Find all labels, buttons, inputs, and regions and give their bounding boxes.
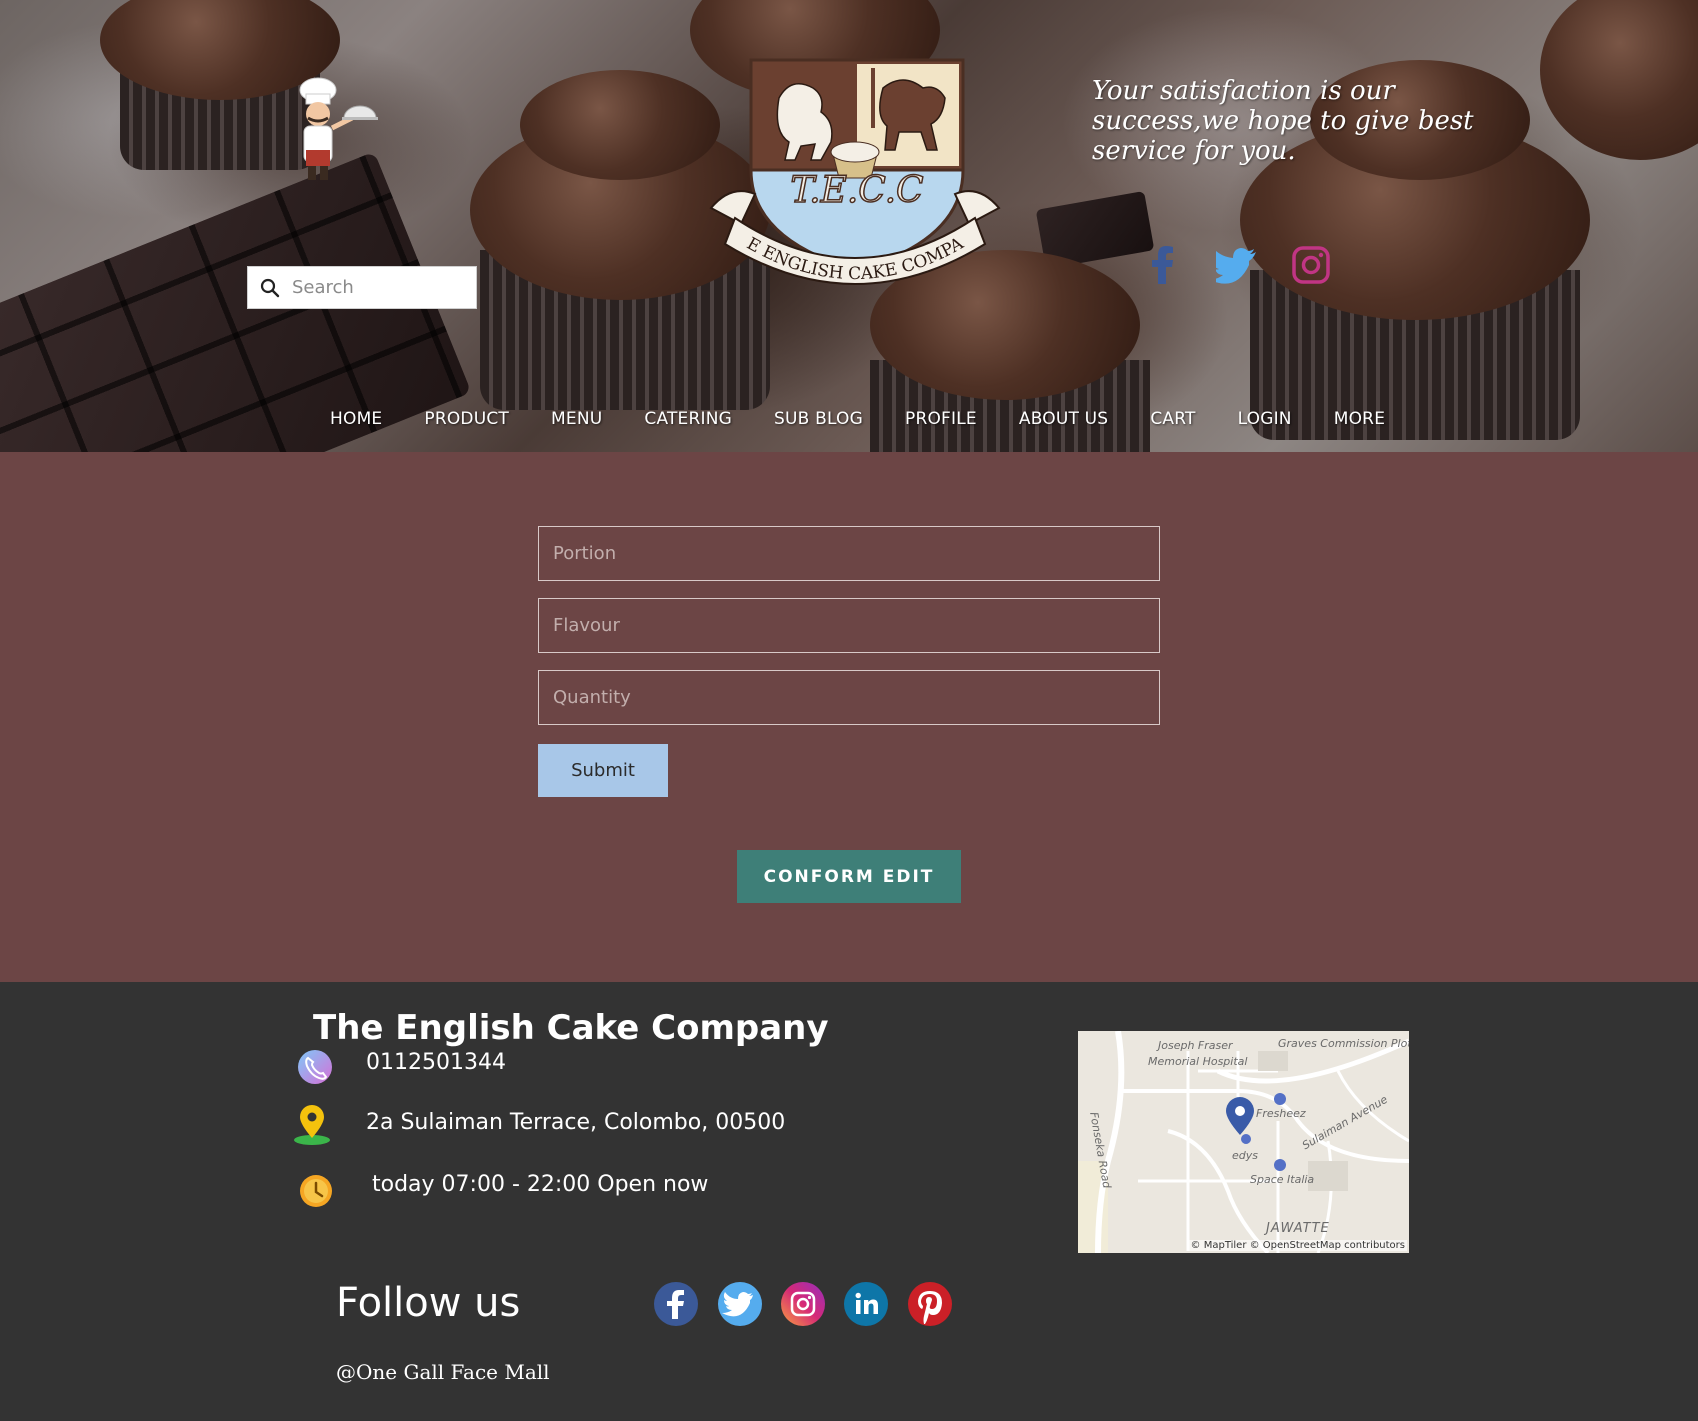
follow-us-heading: Follow us [336,1280,521,1326]
search-input[interactable] [292,277,462,298]
nav-more[interactable]: MORE [1334,409,1385,429]
map-label: Graves Commission Plot [1278,1037,1409,1050]
footer-company-name: The English Cake Company [313,1008,829,1048]
map-label: Memorial Hospital [1148,1055,1248,1068]
search-icon [260,278,280,297]
company-logo: T.E.C.C THE ENGLISH CAKE COMPANY [705,58,1001,285]
location-map[interactable]: Joseph Fraser Memorial Hospital Graves C… [1078,1031,1409,1253]
footer-hours: today 07:00 - 22:00 Open now [372,1172,709,1197]
phone-icon [298,1050,332,1084]
footer-mall-location: @One Gall Face Mall [336,1360,550,1384]
cupcake-decoration [1540,0,1698,180]
nav-menu[interactable]: MENU [551,409,602,429]
footer-address: 2a Sulaiman Terrace, Colombo, 00500 [366,1110,786,1135]
facebook-icon[interactable] [1142,244,1184,286]
footer-phone: 0112501344 [366,1050,506,1075]
nav-catering[interactable]: CATERING [644,409,732,429]
footer: The English Cake Company 0112501344 2a S… [0,982,1698,1421]
facebook-icon[interactable] [653,1281,699,1327]
nav-home[interactable]: HOME [330,409,382,429]
map-label: Fresheez [1256,1107,1306,1120]
nav-profile[interactable]: PROFILE [905,409,977,429]
tagline: Your satisfaction is our success,we hope… [1092,76,1474,166]
flavour-input[interactable] [538,598,1160,653]
twitter-icon[interactable] [1216,244,1258,286]
map-label: Joseph Fraser [1158,1039,1233,1052]
main-nav: HOME PRODUCT MENU CATERING SUB BLOG PROF… [330,404,1427,434]
map-label: edys [1232,1149,1258,1162]
edit-order-section: Submit CONFORM EDIT [0,452,1698,982]
twitter-icon[interactable] [717,1281,763,1327]
map-label: JAWATTE [1266,1221,1330,1236]
svg-text:T.E.C.C: T.E.C.C [790,170,923,211]
nav-login[interactable]: LOGIN [1238,409,1292,429]
map-attribution[interactable]: © MapTiler © OpenStreetMap contributors [1188,1240,1407,1251]
nav-about-us[interactable]: ABOUT US [1019,409,1108,429]
instagram-icon[interactable] [1290,244,1332,286]
linkedin-icon[interactable] [843,1281,889,1327]
submit-button[interactable]: Submit [538,744,668,797]
location-pin-icon [294,1105,330,1145]
search-box[interactable] [247,266,477,309]
portion-input[interactable] [538,526,1160,581]
pinterest-icon[interactable] [907,1281,953,1327]
header-banner: T.E.C.C THE ENGLISH CAKE COMPANY Your sa… [0,0,1698,452]
quantity-input[interactable] [538,670,1160,725]
instagram-icon[interactable] [780,1281,826,1327]
map-label: Space Italia [1250,1173,1315,1186]
conform-edit-button[interactable]: CONFORM EDIT [737,850,961,903]
chef-icon [299,77,378,180]
nav-cart[interactable]: CART [1150,409,1195,429]
nav-product[interactable]: PRODUCT [424,409,509,429]
nav-sub-blog[interactable]: SUB BLOG [774,409,863,429]
clock-icon [300,1175,332,1207]
